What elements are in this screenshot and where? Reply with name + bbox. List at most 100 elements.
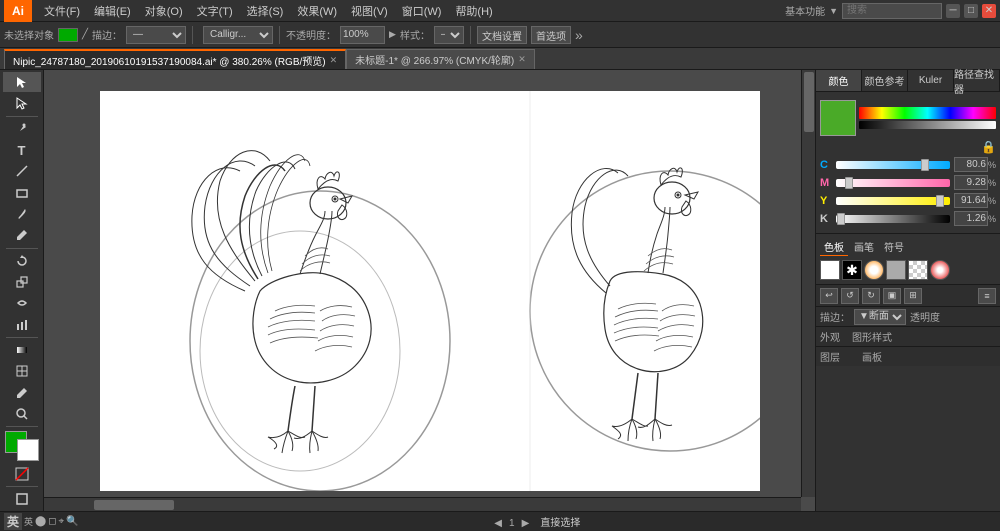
doc-tab-1-close[interactable]: ✕ [330, 55, 338, 66]
panel-ctrl-btn-4[interactable]: ▣ [883, 288, 901, 304]
tab-brushes[interactable]: 画笔 [850, 238, 878, 256]
k-slider-thumb[interactable] [837, 213, 845, 225]
c-slider-track[interactable] [836, 161, 950, 169]
panel-ctrl-settings[interactable]: ≡ [978, 288, 996, 304]
title-bar-left: Ai 文件(F) 编辑(E) 对象(O) 文字(T) 选择(S) 效果(W) 视… [4, 0, 499, 22]
status-bar: 英 英 ⬤ ◻ ⌖ 🔍 ◀ 1 ▶ 直接选择 [0, 511, 1000, 531]
menu-view[interactable]: 视图(V) [345, 1, 394, 21]
doc-tab-2[interactable]: 未标题-1* @ 266.97% (CMYK/轮廓) ✕ [346, 49, 535, 69]
tool-mesh[interactable] [3, 361, 41, 381]
m-value-input[interactable]: 9.28 [954, 175, 988, 190]
tool-pencil[interactable] [3, 225, 41, 245]
k-value-input[interactable]: 1.26 [954, 211, 988, 226]
tab-pathfinder[interactable]: 路径查找器 [954, 70, 1000, 91]
doc-tab-1[interactable]: Nipic_24787180_20190610191537190084.ai* … [4, 49, 346, 69]
tool-name: 直接选择 [540, 518, 580, 529]
c-color-row: C 80.6 % [820, 157, 996, 172]
menu-window[interactable]: 窗口(W) [396, 1, 448, 21]
scroll-thumb-horizontal[interactable] [94, 500, 174, 510]
tab-swatches[interactable]: 色板 [820, 238, 848, 256]
menu-help[interactable]: 帮助(H) [449, 1, 498, 21]
tab-symbols[interactable]: 符号 [880, 238, 908, 256]
ime-icon: 英 [24, 515, 33, 528]
doc-tab-2-close[interactable]: ✕ [518, 54, 526, 65]
brush-select[interactable]: Calligr... [203, 26, 273, 44]
swatch-orange[interactable] [864, 260, 884, 280]
nav-next[interactable]: ▶ [522, 518, 530, 529]
swatch-black[interactable]: ✱ [842, 260, 862, 280]
panel-ctrl-btn-2[interactable]: ↺ [841, 288, 859, 304]
color-preview-swatch[interactable] [820, 100, 856, 136]
tool-scale[interactable] [3, 272, 41, 292]
ai-logo: Ai [4, 0, 32, 22]
y-slider-track[interactable] [836, 197, 950, 205]
menu-object[interactable]: 对象(O) [139, 1, 189, 21]
tab-kuler[interactable]: Kuler [908, 70, 954, 91]
c-slider-thumb[interactable] [921, 159, 929, 171]
color-swatch-toolbar[interactable] [58, 28, 78, 42]
scroll-thumb-vertical[interactable] [804, 72, 814, 132]
panel-ctrl-btn-5[interactable]: ⊞ [904, 288, 922, 304]
title-search-input[interactable] [842, 3, 942, 19]
canvas-inner[interactable] [44, 70, 815, 511]
c-value-input[interactable]: 80.6 [954, 157, 988, 172]
tool-artboard[interactable] [3, 489, 41, 509]
stroke-select[interactable]: — [126, 26, 186, 44]
m-slider-track[interactable] [836, 179, 950, 187]
tool-none-color[interactable] [3, 464, 41, 484]
style-label: 样式： [400, 27, 430, 42]
tool-sep-3 [6, 337, 38, 338]
tool-graph[interactable] [3, 314, 41, 334]
tab-color-ref[interactable]: 颜色参考 [862, 70, 908, 91]
maximize-button[interactable]: □ [964, 4, 978, 18]
lang-indicator[interactable]: 英 [4, 513, 22, 530]
menu-edit[interactable]: 编辑(E) [88, 1, 137, 21]
menu-effect[interactable]: 效果(W) [291, 1, 343, 21]
style-select[interactable]: — [434, 26, 464, 44]
scrollbar-bottom[interactable] [44, 497, 801, 511]
swatch-gray[interactable] [886, 260, 906, 280]
color-background[interactable] [17, 439, 39, 461]
scrollbar-right[interactable] [801, 70, 815, 497]
tool-zoom[interactable] [3, 404, 41, 424]
opacity-input[interactable] [340, 26, 385, 44]
lock-icon[interactable]: 🔒 [981, 140, 996, 154]
tool-gradient[interactable] [3, 340, 41, 360]
menu-file[interactable]: 文件(F) [38, 1, 86, 21]
menu-select[interactable]: 选择(S) [241, 1, 290, 21]
swatch-white[interactable] [820, 260, 840, 280]
status-center: ◀ 1 ▶ 直接选择 [87, 514, 988, 529]
swatch-pattern[interactable] [908, 260, 928, 280]
tool-pen[interactable] [3, 119, 41, 139]
doc-settings-button[interactable]: 文档设置 [477, 26, 527, 44]
y-value-input[interactable]: 91.64 [954, 193, 988, 208]
tool-select[interactable] [3, 72, 41, 92]
tab-color[interactable]: 颜色 [816, 70, 862, 91]
menu-text[interactable]: 文字(T) [191, 1, 239, 21]
tool-brush[interactable] [3, 204, 41, 224]
tool-type[interactable]: T [3, 140, 41, 160]
status-icon-4: 🔍 [66, 516, 78, 527]
m-slider-thumb[interactable] [845, 177, 853, 189]
close-button[interactable]: ✕ [982, 4, 996, 18]
k-color-row: K 1.26 % [820, 211, 996, 226]
spectrum-bar[interactable] [859, 107, 996, 119]
tool-direct-select[interactable] [3, 93, 41, 113]
tool-warp[interactable] [3, 293, 41, 313]
prop-stroke-select[interactable]: ▼断面 [854, 309, 906, 325]
more-icon[interactable]: » [575, 27, 583, 43]
tool-eyedrop[interactable] [3, 382, 41, 402]
swatch-red[interactable] [930, 260, 950, 280]
preferences-button[interactable]: 首选项 [531, 26, 571, 44]
opacity-arrow: ▶ [389, 29, 396, 40]
value-bar[interactable] [859, 121, 996, 129]
tool-rect[interactable] [3, 183, 41, 203]
tool-rotate[interactable] [3, 250, 41, 270]
y-slider-thumb[interactable] [936, 195, 944, 207]
tool-line[interactable] [3, 161, 41, 181]
panel-ctrl-btn-1[interactable]: ↩ [820, 288, 838, 304]
panel-ctrl-btn-3[interactable]: ↻ [862, 288, 880, 304]
minimize-button[interactable]: ─ [946, 4, 960, 18]
nav-prev[interactable]: ◀ [494, 518, 502, 529]
k-slider-track[interactable] [836, 215, 950, 223]
